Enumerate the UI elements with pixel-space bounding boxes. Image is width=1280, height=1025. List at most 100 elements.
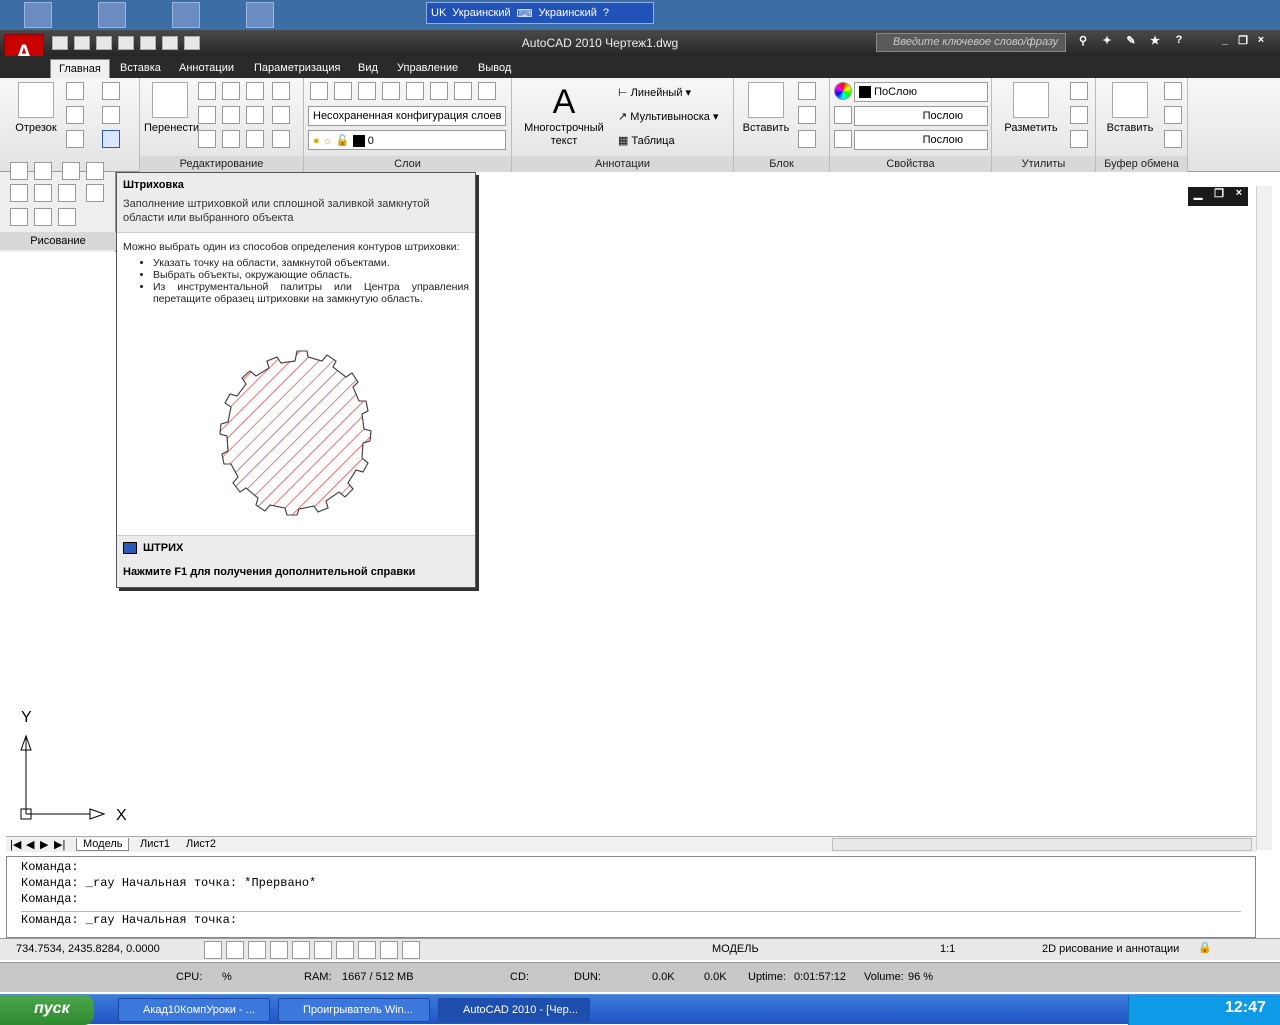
ellipse-icon[interactable] xyxy=(58,208,76,226)
tab-view[interactable]: Вид xyxy=(350,59,386,78)
otrack-icon[interactable] xyxy=(314,941,332,959)
color-wheel-icon[interactable] xyxy=(834,82,852,100)
arc-icon[interactable] xyxy=(66,130,84,148)
desktop-icon-4[interactable] xyxy=(246,2,274,28)
erase-icon[interactable] xyxy=(246,130,264,148)
revcloud-icon[interactable] xyxy=(58,184,76,202)
layer-lock-icon[interactable] xyxy=(430,82,448,100)
doc-close-icon[interactable]: × xyxy=(1236,187,1242,206)
lock-icon[interactable]: 🔒 xyxy=(1198,941,1212,954)
tab-nav-prev-icon[interactable]: ◀ xyxy=(26,838,34,851)
block-create-icon[interactable] xyxy=(798,82,816,100)
layer-match-icon[interactable] xyxy=(454,82,472,100)
layer-properties-icon[interactable] xyxy=(310,82,328,100)
gradient-icon[interactable] xyxy=(10,208,28,226)
stretch-icon[interactable] xyxy=(198,106,216,124)
task-button[interactable]: Акад10КомпУроки - ... xyxy=(118,998,270,1022)
language-bar[interactable]: UK Украинский ⌨ Украинский ? xyxy=(426,2,654,24)
tab-home[interactable]: Главная xyxy=(50,59,110,78)
tab-insert[interactable]: Вставка xyxy=(112,59,169,78)
desktop-icon-2[interactable] xyxy=(98,2,126,28)
region-icon[interactable] xyxy=(102,106,120,124)
task-button-active[interactable]: AutoCAD 2010 - [Чер... xyxy=(438,998,590,1022)
help-icon[interactable]: ? xyxy=(1170,34,1188,50)
xline-icon[interactable] xyxy=(86,162,104,180)
copy-icon[interactable] xyxy=(198,82,216,100)
explode-icon[interactable] xyxy=(272,106,290,124)
redo-icon[interactable] xyxy=(140,36,156,50)
snap-icon[interactable] xyxy=(204,941,222,959)
dim-linear-button[interactable]: ⊢ Линейный ▾ xyxy=(618,86,691,99)
block-insert-button[interactable]: Вставить xyxy=(738,82,794,135)
calculator-icon[interactable] xyxy=(1070,130,1088,148)
start-button[interactable]: пуск xyxy=(0,995,94,1025)
trim-icon[interactable] xyxy=(246,82,264,100)
paste-button[interactable]: Вставить xyxy=(1102,82,1158,135)
binoculars-icon[interactable]: ⚲ xyxy=(1074,34,1092,50)
panel-layers-title[interactable]: Слои xyxy=(304,156,511,172)
polyline-icon[interactable] xyxy=(66,82,84,100)
circle-icon[interactable] xyxy=(66,106,84,124)
panel-modify-title[interactable]: Редактирование xyxy=(140,156,303,172)
doc-minimize-icon[interactable]: ▁ xyxy=(1194,187,1202,206)
tab-output[interactable]: Вывод xyxy=(470,59,519,78)
help-icon[interactable]: ? xyxy=(603,7,609,19)
qp-icon[interactable] xyxy=(402,941,420,959)
command-input[interactable]: Команда: _ray Начальная точка: xyxy=(21,911,1241,928)
undo-icon[interactable] xyxy=(118,36,134,50)
quick-select-icon[interactable] xyxy=(1070,82,1088,100)
coordinates[interactable]: 734.7534, 2435.8284, 0.0000 xyxy=(16,943,160,955)
communication-icon[interactable]: ✎ xyxy=(1122,34,1140,50)
lineweight-icon[interactable] xyxy=(834,130,852,148)
tab-layout1[interactable]: Лист1 xyxy=(134,838,176,850)
ortho-icon[interactable] xyxy=(248,941,266,959)
layer-config-dropdown[interactable]: Несохраненная конфигурация слоев xyxy=(308,106,506,126)
restore-icon[interactable]: ❐ xyxy=(1236,34,1250,48)
model-button[interactable]: МОДЕЛЬ xyxy=(712,943,759,955)
tab-nav-last-icon[interactable]: ▶| xyxy=(54,838,65,851)
cut-icon[interactable] xyxy=(1164,82,1182,100)
lineweight-dropdown[interactable]: Послою xyxy=(854,130,988,150)
panel-annotation-title[interactable]: Аннотации xyxy=(512,156,733,172)
doc-restore-icon[interactable]: ❐ xyxy=(1214,187,1224,206)
dyn-icon[interactable] xyxy=(358,941,376,959)
offset-icon[interactable] xyxy=(272,82,290,100)
match-prop-icon[interactable] xyxy=(1164,130,1182,148)
vertical-scrollbar[interactable] xyxy=(1256,186,1272,850)
tab-layout2[interactable]: Лист2 xyxy=(180,838,222,850)
qat-dropdown-icon[interactable] xyxy=(184,36,200,50)
layer-walk-icon[interactable] xyxy=(478,82,496,100)
chamfer-icon[interactable] xyxy=(272,130,290,148)
tab-manage[interactable]: Управление xyxy=(389,59,466,78)
linetype-dropdown[interactable]: Послою xyxy=(854,106,988,126)
polygon-icon[interactable] xyxy=(34,162,52,180)
scale-icon[interactable] xyxy=(198,130,216,148)
desktop-icon-1[interactable] xyxy=(24,2,52,28)
command-window[interactable]: Команда: Команда: _ray Начальная точка: … xyxy=(6,856,1256,938)
tab-nav-next-icon[interactable]: ▶ xyxy=(40,838,48,851)
draw-panel-title[interactable]: Рисование xyxy=(0,232,116,250)
task-button[interactable]: Проигрыватель Win... xyxy=(278,998,430,1022)
horizontal-scrollbar[interactable] xyxy=(832,838,1252,851)
linetype-icon[interactable] xyxy=(834,106,852,124)
lwt-icon[interactable] xyxy=(380,941,398,959)
color-dropdown[interactable]: ПоСлою xyxy=(854,82,988,102)
fillet-icon[interactable] xyxy=(246,106,264,124)
select-all-icon[interactable] xyxy=(1070,106,1088,124)
rotate-icon[interactable] xyxy=(222,82,240,100)
boundary-icon[interactable] xyxy=(10,184,28,202)
move-button[interactable]: Перенести xyxy=(144,82,199,135)
desktop-icon-3[interactable] xyxy=(172,2,200,28)
wipeout-icon[interactable] xyxy=(34,184,52,202)
panel-utilities-title[interactable]: Утилиты xyxy=(992,156,1095,172)
polar-icon[interactable] xyxy=(270,941,288,959)
block-edit-icon[interactable] xyxy=(798,106,816,124)
hatch-icon[interactable] xyxy=(102,130,120,148)
layer-off-icon[interactable] xyxy=(382,82,400,100)
minimize-icon[interactable]: _ xyxy=(1218,34,1232,48)
search-input[interactable]: Введите ключевое слово/фразу xyxy=(876,33,1066,52)
mirror-icon[interactable] xyxy=(222,106,240,124)
layer-state-icon[interactable] xyxy=(334,82,352,100)
save-icon[interactable] xyxy=(96,36,112,50)
mleader-button[interactable]: ↗ Мультивыноска ▾ xyxy=(618,110,719,123)
